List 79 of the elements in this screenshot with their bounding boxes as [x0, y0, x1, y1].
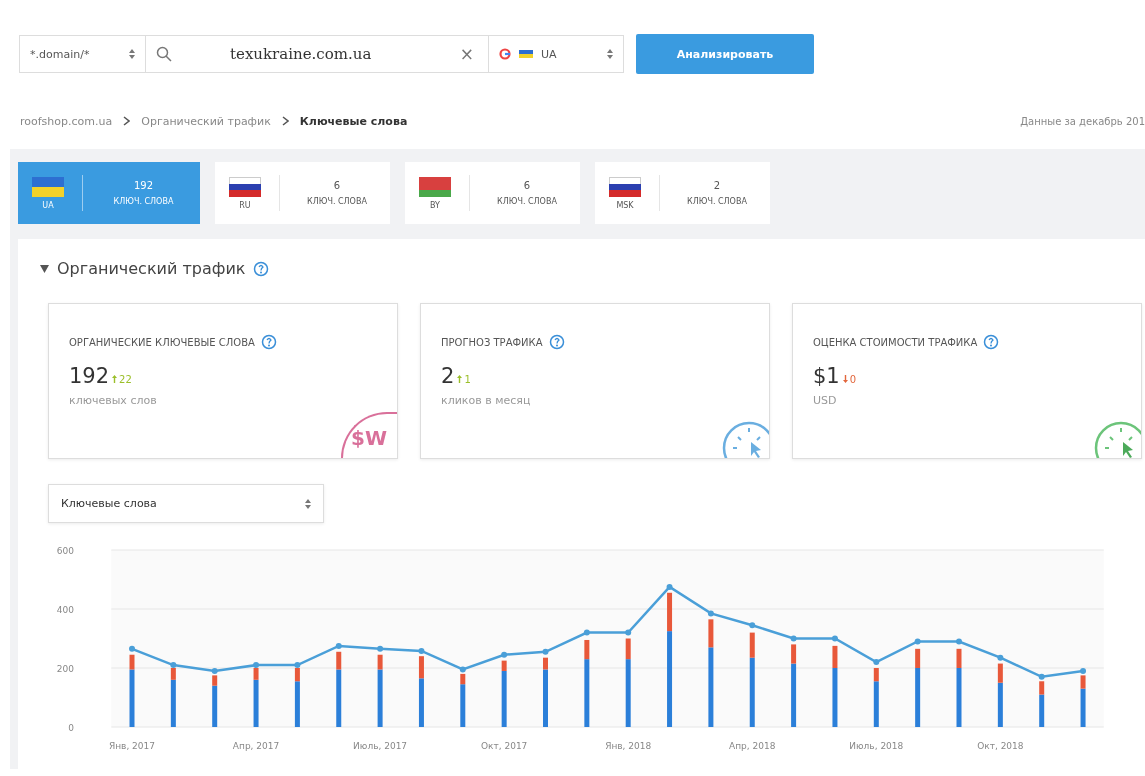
chart-point: [666, 583, 673, 590]
chart-point: [459, 666, 466, 673]
metric-caption: ключевых слов: [69, 394, 158, 407]
chart-point: [749, 622, 756, 629]
search-query: texukraine.com.ua: [230, 45, 373, 63]
engine-select[interactable]: UA: [489, 35, 624, 73]
metric-change: 1: [464, 374, 471, 385]
card-title: ОРГАНИЧЕСКИЕ КЛЮЧЕВЫЕ СЛОВА: [69, 336, 255, 348]
metric-value: 192: [69, 364, 110, 388]
chart-point: [790, 635, 797, 642]
flag-icon: [519, 50, 533, 58]
chart-point: [873, 659, 880, 666]
chart-point: [914, 638, 921, 645]
help-icon[interactable]: [548, 334, 565, 350]
chart-point: [625, 629, 632, 636]
metric-caption: кликов в месяц: [441, 394, 532, 407]
chart-point: [335, 642, 342, 649]
flag-icon: [419, 176, 451, 197]
search-engine-icon: [499, 48, 511, 60]
chevron-icon: [281, 116, 289, 126]
chart-point: [831, 635, 838, 642]
metric-select[interactable]: Ключевые слова: [48, 484, 324, 523]
breadcrumb-link[interactable]: Органический трафик: [141, 114, 271, 128]
search-field[interactable]: texukraine.com.ua ×: [146, 35, 489, 73]
chart-point: [583, 629, 590, 636]
chart-point: [956, 638, 962, 645]
select-arrows-icon: [305, 498, 311, 509]
region-tab[interactable]: MSK 2 КЛЮЧ. СЛОВА: [595, 162, 770, 224]
chart-point: [707, 610, 714, 617]
chart-point: [170, 662, 177, 669]
y-tick-label: 200: [56, 664, 74, 674]
y-tick-label: 400: [56, 605, 74, 615]
chevron-icon: [123, 116, 131, 126]
collapse-toggle-icon[interactable]: [40, 264, 49, 273]
data-date-note: Данные за декабрь 201: [1020, 115, 1145, 127]
chart-point: [997, 654, 1004, 661]
chart-point: [377, 645, 384, 652]
x-tick-label: Янв, 2017: [108, 741, 156, 751]
chart-point: [253, 662, 260, 669]
mode-select[interactable]: *.domain/*: [19, 35, 146, 73]
metric-value: $1: [813, 364, 840, 388]
x-tick-label: Июль, 2018: [849, 741, 904, 751]
chart-point: [1080, 667, 1087, 674]
x-tick-label: Окт, 2018: [977, 741, 1024, 751]
chart-point: [294, 662, 301, 669]
flag-icon: [229, 176, 261, 197]
card-title: ОЦЕНКА СТОИМОСТИ ТРАФИКА: [813, 336, 978, 348]
chart-point: [211, 667, 218, 674]
select-arrows-icon: [129, 49, 135, 59]
region-tab[interactable]: RU 6 КЛЮЧ. СЛОВА: [215, 162, 390, 224]
flag-icon: [609, 176, 641, 197]
chart-point: [501, 651, 508, 658]
y-tick-label: 0: [68, 723, 74, 733]
y-tick-label: 600: [56, 546, 74, 556]
x-tick-label: Окт, 2017: [480, 741, 528, 751]
chart-point: [418, 647, 425, 654]
metric-caption: USD: [813, 394, 838, 407]
metric-change: 22: [119, 374, 132, 385]
breadcrumb-link[interactable]: Ключевые слова: [299, 114, 408, 128]
help-icon[interactable]: [260, 334, 277, 350]
clear-button[interactable]: ×: [455, 44, 478, 64]
metric-change: 0: [849, 374, 857, 385]
section-title: Органический трафик: [57, 259, 246, 278]
region-tab[interactable]: BY 6 КЛЮЧ. СЛОВА: [405, 162, 580, 224]
search-icon: [156, 46, 172, 62]
x-tick-label: Июль, 2017: [353, 741, 408, 751]
breadcrumb-link[interactable]: roofshop.com.ua: [20, 114, 113, 128]
x-tick-label: Янв, 2018: [605, 741, 652, 751]
help-icon[interactable]: [253, 260, 270, 277]
flag-icon: [32, 176, 64, 197]
chart-point: [542, 648, 549, 655]
metric-value: 2: [441, 364, 455, 388]
help-icon[interactable]: [983, 334, 1000, 350]
select-arrows-icon: [607, 49, 613, 59]
x-tick-label: Апр, 2017: [232, 741, 280, 751]
chart-point: [129, 645, 135, 652]
x-tick-label: Апр, 2018: [729, 741, 776, 751]
card-title: ПРОГНОЗ ТРАФИКА: [441, 336, 543, 348]
chart-point: [1038, 673, 1045, 680]
